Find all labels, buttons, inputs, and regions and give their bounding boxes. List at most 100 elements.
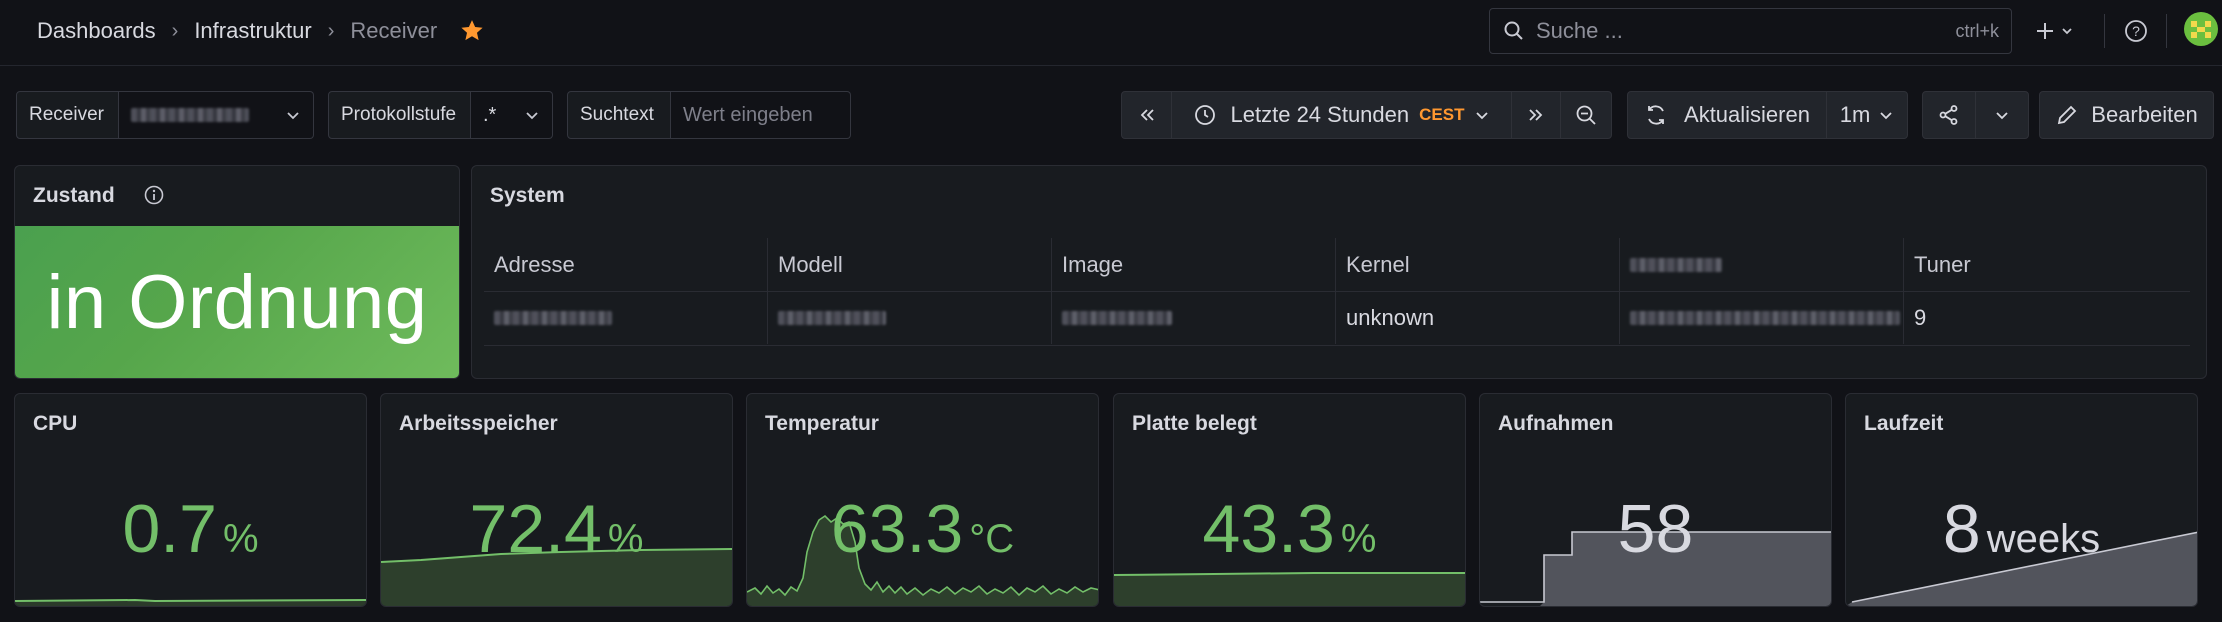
suchtext-input[interactable]: Wert eingeben	[671, 91, 851, 139]
column-header-modell[interactable]: Modell	[768, 238, 1052, 291]
share-menu-button[interactable]	[1975, 91, 2029, 139]
stat-value: 43.3%	[1114, 490, 1465, 568]
variable-label: Suchtext	[567, 91, 671, 139]
protokollstufe-value: .*	[483, 103, 497, 126]
search-shortcut: ctrl+k	[1955, 20, 1999, 41]
stat-unit: °C	[969, 517, 1015, 561]
svg-text:?: ?	[2132, 23, 2140, 39]
receiver-select[interactable]	[119, 91, 314, 139]
chevron-down-icon	[1476, 112, 1489, 120]
double-chevron-left-icon	[1140, 109, 1154, 121]
breadcrumb-receiver: Receiver	[350, 18, 438, 43]
edit-label: Bearbeiten	[2091, 102, 2198, 127]
variable-suchtext: Suchtext Wert eingeben	[567, 91, 851, 139]
add-menu-button[interactable]	[2034, 16, 2074, 46]
time-range-label: Letzte 24 Stunden	[1230, 102, 1410, 127]
column-header-image[interactable]: Image	[1052, 238, 1336, 291]
help-button[interactable]: ?	[2124, 16, 2148, 46]
panel-system: System Adresse Modell Image Kernel Tuner…	[471, 165, 2207, 379]
chevron-down-icon	[1880, 112, 1892, 120]
redacted-value	[494, 311, 612, 325]
top-navigation-bar: Dashboards › Infrastruktur › Receiver Su…	[0, 0, 2222, 66]
chevron-down-icon	[287, 112, 299, 120]
stat-number: 72.4	[469, 491, 602, 567]
stat-value: 8 weeks	[1846, 490, 2197, 568]
cpu-sparkline	[15, 598, 366, 606]
share-button[interactable]	[1922, 91, 1976, 139]
zoom-out-icon	[1576, 105, 1596, 125]
cell-tuner: 9	[1914, 305, 1927, 330]
protokollstufe-select[interactable]: .*	[471, 91, 553, 139]
search-icon	[1504, 21, 1523, 40]
stat-value: 58	[1480, 490, 1831, 568]
column-header-kernel[interactable]: Kernel	[1336, 238, 1620, 291]
redacted-value	[131, 108, 249, 122]
variable-receiver: Receiver	[16, 91, 314, 139]
time-shift-forward-button[interactable]	[1511, 91, 1561, 139]
chevron-down-icon	[2062, 28, 2072, 35]
variable-label: Protokollstufe	[328, 91, 471, 139]
pencil-icon	[2058, 105, 2077, 125]
column-header-redacted[interactable]	[1620, 238, 1904, 291]
redacted-value	[1630, 311, 1900, 325]
table-row: unknown 9	[484, 292, 2190, 346]
panel-title: System	[490, 184, 565, 207]
chevron-down-icon	[1996, 112, 2008, 120]
cell-adresse	[484, 292, 768, 344]
redacted-value	[778, 311, 886, 325]
breadcrumb-dashboards[interactable]: Dashboards	[37, 18, 156, 44]
suchtext-placeholder: Wert eingeben	[683, 103, 813, 126]
table-header-row: Adresse Modell Image Kernel Tuner	[484, 238, 2190, 292]
cell-image	[1052, 292, 1336, 344]
avatar-icon	[2184, 12, 2218, 46]
edit-button[interactable]: Bearbeiten	[2039, 91, 2214, 139]
stat-number: 63.3	[830, 491, 964, 567]
time-range-picker[interactable]: Letzte 24 Stunden CEST	[1171, 91, 1512, 139]
variable-label: Receiver	[16, 91, 119, 139]
time-shift-back-button[interactable]	[1121, 91, 1172, 139]
timezone-badge: CEST	[1419, 105, 1465, 124]
chevron-right-icon: ›	[327, 19, 335, 42]
cell-redacted	[1620, 292, 1904, 344]
system-table: Adresse Modell Image Kernel Tuner unknow…	[484, 238, 2190, 346]
stat-unit: %	[1340, 517, 1377, 561]
chevron-down-icon	[526, 112, 538, 120]
cell-kernel: unknown	[1336, 292, 1620, 344]
cell-modell	[768, 292, 1052, 344]
user-avatar[interactable]	[2184, 12, 2218, 46]
panel-arbeitsspeicher: Arbeitsspeicher 72.4%	[380, 393, 733, 607]
stat-unit: weeks	[1986, 517, 2101, 561]
refresh-button[interactable]: Aktualisieren	[1627, 91, 1827, 139]
refresh-interval-select[interactable]: 1m	[1826, 91, 1908, 139]
search-placeholder: Suche ...	[1536, 18, 1623, 43]
redacted-value	[1062, 311, 1172, 325]
panel-laufzeit: Laufzeit 8 weeks	[1845, 393, 2198, 607]
panel-platte-belegt: Platte belegt 43.3%	[1113, 393, 1466, 607]
search-input[interactable]: Suche ... ctrl+k	[1489, 8, 2012, 54]
panel-temperatur: Temperatur 63.3 °C	[746, 393, 1099, 607]
stat-unit: %	[607, 517, 644, 561]
clock-icon	[1194, 105, 1215, 125]
status-value: in Ordnung	[46, 259, 428, 345]
share-icon	[1939, 105, 1958, 125]
stat-number: 8	[1942, 491, 1981, 567]
plus-icon	[2037, 23, 2053, 39]
variable-protokollstufe: Protokollstufe .*	[328, 91, 553, 139]
star-icon[interactable]	[459, 18, 485, 44]
stat-number: 58	[1617, 491, 1694, 567]
stat-value: 72.4%	[381, 490, 732, 568]
breadcrumb-infrastruktur[interactable]: Infrastruktur	[194, 18, 311, 44]
zoom-out-button[interactable]	[1560, 91, 1612, 139]
redacted-value	[1630, 257, 1722, 272]
breadcrumb: Dashboards › Infrastruktur › Receiver	[37, 0, 485, 62]
refresh-icon	[1648, 105, 1664, 125]
help-icon: ?	[2125, 20, 2147, 42]
divider	[2104, 14, 2105, 48]
column-header-adresse[interactable]: Adresse	[484, 238, 768, 291]
panel-title: Zustand	[33, 184, 115, 207]
column-header-tuner[interactable]: Tuner	[1904, 238, 2190, 291]
double-chevron-right-icon	[1529, 109, 1543, 121]
panel-zustand: Zustand in Ordnung	[14, 165, 460, 379]
stat-value: 63.3 °C	[747, 490, 1098, 568]
info-icon[interactable]	[143, 184, 165, 206]
